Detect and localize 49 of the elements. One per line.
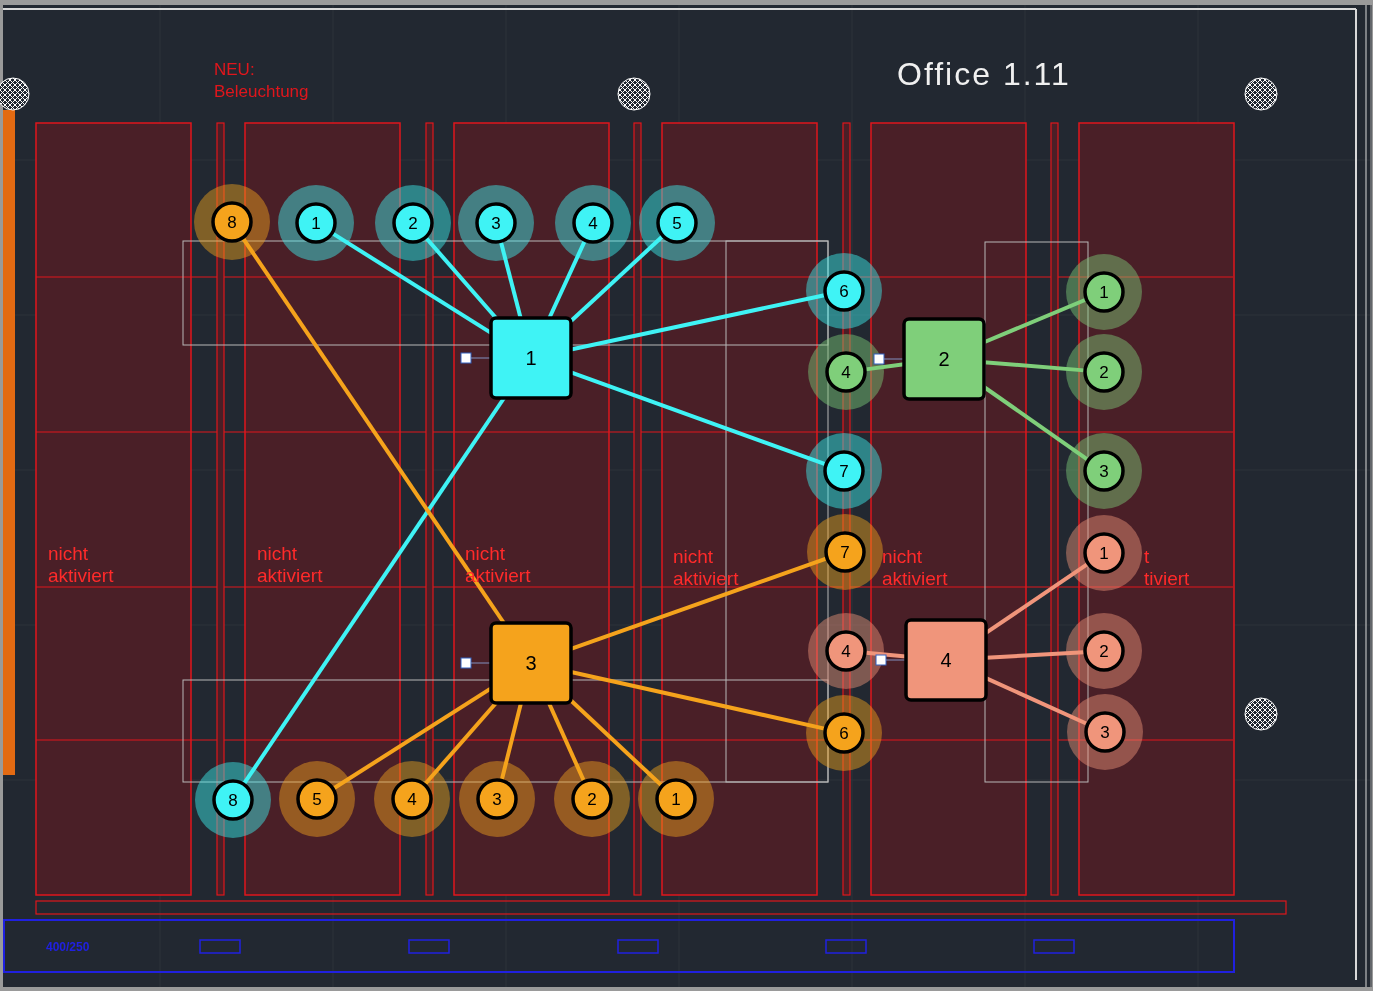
- vent-outline: [1033, 939, 1075, 954]
- outlet-node[interactable]: 3: [459, 761, 535, 837]
- outlet-node[interactable]: 1: [278, 185, 354, 261]
- outlet-node[interactable]: 8: [194, 184, 270, 260]
- vent-outline: [825, 939, 867, 954]
- hub-node[interactable]: 4: [904, 618, 988, 702]
- outlet-node[interactable]: 6: [806, 253, 882, 329]
- connector: [865, 362, 905, 372]
- room-status-label: nicht aktiviert: [257, 543, 323, 586]
- room-status-label: nicht aktiviert: [48, 543, 114, 586]
- hatched-circle-icon: [1244, 697, 1278, 731]
- outlet-node[interactable]: 6: [806, 695, 882, 771]
- handle-icon[interactable]: [460, 657, 472, 669]
- vent-outline: [199, 939, 241, 954]
- hub-node[interactable]: 3: [489, 621, 573, 705]
- hatched-circle-icon: [617, 77, 651, 111]
- outlet-node[interactable]: 2: [375, 185, 451, 261]
- hub-node[interactable]: 1: [489, 316, 573, 400]
- vent-outline: [617, 939, 659, 954]
- outlet-node[interactable]: 5: [279, 761, 355, 837]
- outlet-node[interactable]: 1: [1066, 515, 1142, 591]
- outlet-node[interactable]: 3: [1066, 433, 1142, 509]
- handle-icon[interactable]: [873, 353, 885, 365]
- outlet-node[interactable]: 1: [638, 761, 714, 837]
- vent-outline: [408, 939, 450, 954]
- outlet-node[interactable]: 2: [1066, 613, 1142, 689]
- outlet-node[interactable]: 7: [806, 433, 882, 509]
- room-title: Office 1.11: [897, 56, 1071, 92]
- outlet-node[interactable]: 1: [1066, 254, 1142, 330]
- hatched-circle-icon: [1244, 77, 1278, 111]
- outlet-node[interactable]: 7: [807, 514, 883, 590]
- outlet-node[interactable]: 4: [374, 761, 450, 837]
- outlet-node[interactable]: 3: [458, 185, 534, 261]
- outlet-node[interactable]: 4: [808, 613, 884, 689]
- room-status-label: nicht aktiviert: [882, 546, 948, 589]
- room-status-label: nicht aktiviert: [673, 546, 739, 589]
- outlet-node[interactable]: 8: [195, 762, 271, 838]
- hub-node[interactable]: 2: [902, 317, 986, 401]
- outlet-node[interactable]: 2: [554, 761, 630, 837]
- duct-label: 400/250: [46, 940, 90, 954]
- handle-icon[interactable]: [875, 654, 887, 666]
- room-status-label: t tiviert: [1144, 546, 1190, 589]
- outlet-node[interactable]: 2: [1066, 334, 1142, 410]
- outlet-node[interactable]: 5: [639, 185, 715, 261]
- handle-icon[interactable]: [460, 352, 472, 364]
- outlet-node[interactable]: 3: [1067, 694, 1143, 770]
- outlet-node[interactable]: 4: [555, 185, 631, 261]
- outlet-node[interactable]: 4: [808, 334, 884, 410]
- note-text: NEU: Beleuchtung: [214, 60, 309, 101]
